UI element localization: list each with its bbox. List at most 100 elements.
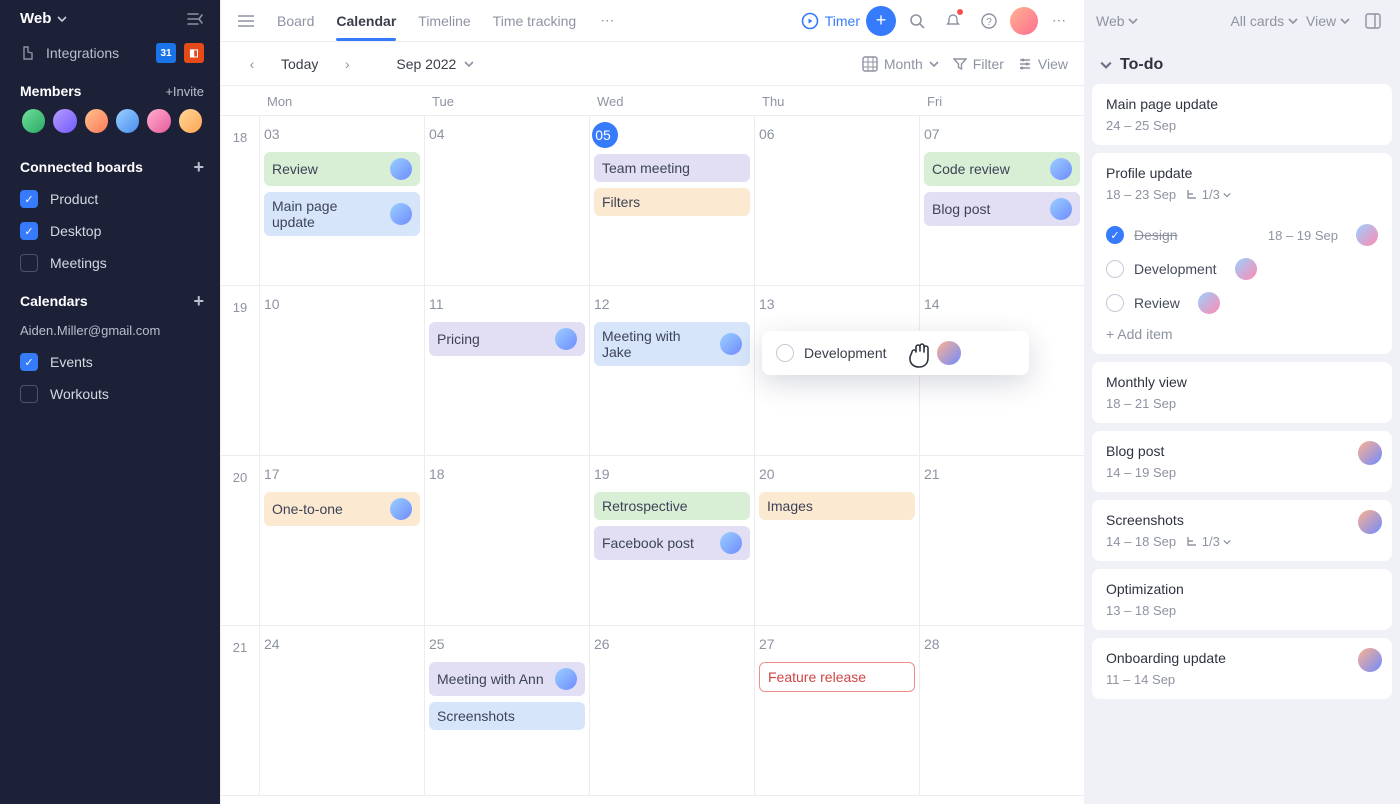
checkbox-icon[interactable] [20,385,38,403]
view-options-button[interactable]: View [1018,56,1068,72]
calendar-cell[interactable]: 25Meeting with AnnScreenshots [424,626,589,795]
calendar-event[interactable]: Review [264,152,420,186]
cards-filter[interactable]: All cards [1230,13,1298,29]
calendar-cell[interactable]: 21 [919,456,1084,625]
notifications-icon[interactable] [938,6,968,36]
calendar-cell[interactable]: 03ReviewMain page update [259,116,424,285]
event-title: Main page update [272,198,384,230]
range-picker[interactable]: Month [862,56,939,72]
add-calendar-button[interactable]: + [193,294,204,308]
calendar-cell[interactable]: 06 [754,116,919,285]
sidebar-board-item[interactable]: Desktop [0,215,220,247]
tab-timeline[interactable]: Timeline [418,3,470,39]
calendar-cell[interactable]: 18 [424,456,589,625]
prev-month-icon[interactable]: ‹ [237,49,267,79]
calendar-cell[interactable]: 05Team meetingFilters [589,116,754,285]
todo-card[interactable]: Optimization13 – 18 Sep [1092,569,1392,630]
todo-card[interactable]: Profile update18 – 23 Sep 1/3 Design18 –… [1092,153,1392,354]
calendar-event[interactable]: Meeting with Jake [594,322,750,366]
calendar-event[interactable]: Filters [594,188,750,216]
checkbox-icon[interactable] [20,254,38,272]
timer-button[interactable]: Timer [801,12,860,30]
tab-board[interactable]: Board [277,3,314,39]
collapse-panel-icon[interactable] [1358,6,1388,36]
add-board-button[interactable]: + [193,160,204,174]
avatar[interactable] [145,107,172,135]
checkbox-icon[interactable] [20,222,38,240]
avatar[interactable] [51,107,78,135]
calendar-event[interactable]: Feature release [759,662,915,692]
sidebar-calendar-item[interactable]: Workouts [0,378,220,410]
calendar-cell[interactable]: 28 [919,626,1084,795]
integrations-label[interactable]: Integrations [46,45,119,61]
calendar-cell[interactable]: 12Meeting with Jake [589,286,754,455]
workspace-switcher[interactable]: Web [20,10,67,27]
calendar-event[interactable]: Retrospective [594,492,750,520]
calendar-event[interactable]: Images [759,492,915,520]
calendar-event[interactable]: Team meeting [594,154,750,182]
panel-workspace-picker[interactable]: Web [1096,13,1138,29]
subtask-row[interactable]: Review [1106,286,1378,320]
tab-calendar[interactable]: Calendar [336,3,396,39]
check-circle-icon[interactable] [1106,226,1124,244]
calendar-cell[interactable]: 04 [424,116,589,285]
search-icon[interactable] [902,6,932,36]
avatar[interactable] [114,107,141,135]
todo-card[interactable]: Main page update24 – 25 Sep [1092,84,1392,145]
sidebar-board-item[interactable]: Product [0,183,220,215]
subtask-icon [1186,535,1198,547]
tab-time-tracking[interactable]: Time tracking [493,3,577,39]
next-month-icon[interactable]: › [332,49,362,79]
help-icon[interactable]: ? [974,6,1004,36]
checkbox-icon[interactable] [20,190,38,208]
calendar-cell[interactable]: 27Feature release [754,626,919,795]
todo-card[interactable]: Screenshots14 – 18 Sep 1/3 [1092,500,1392,561]
calendar-event[interactable]: Code review [924,152,1080,186]
calendar-event[interactable]: Facebook post [594,526,750,560]
todo-card[interactable]: Blog post14 – 19 Sep [1092,431,1392,492]
calendar-event[interactable]: Pricing [429,322,585,356]
user-avatar[interactable] [1010,7,1038,35]
avatar[interactable] [177,107,204,135]
calendar-cell[interactable]: 11Pricing [424,286,589,455]
subtask-row[interactable]: Design18 – 19 Sep [1106,218,1378,252]
calendar-event[interactable]: Main page update [264,192,420,236]
calendar-cell[interactable]: 10 [259,286,424,455]
calendar-event[interactable]: Blog post [924,192,1080,226]
google-calendar-icon[interactable]: 31 [156,43,176,63]
dragging-card[interactable]: Development [762,331,1029,375]
calendar-cell[interactable]: 07Code reviewBlog post [919,116,1084,285]
add-button[interactable]: + [866,6,896,36]
office-icon[interactable]: ◧ [184,43,204,63]
calendar-event[interactable]: Meeting with Ann [429,662,585,696]
check-circle-icon[interactable] [1106,260,1124,278]
calendar-event[interactable]: Screenshots [429,702,585,730]
avatar [390,203,412,225]
sidebar-calendar-item[interactable]: Events [0,346,220,378]
panel-view-button[interactable]: View [1306,13,1350,29]
avatar[interactable] [20,107,47,135]
more-icon[interactable]: ⋯ [592,6,622,36]
calendar-cell[interactable]: 20Images [754,456,919,625]
checkbox-icon[interactable] [20,353,38,371]
invite-link[interactable]: +Invite [165,84,204,99]
sidebar-board-item[interactable]: Meetings [0,247,220,279]
avatar[interactable] [83,107,110,135]
calendar-cell[interactable]: 26 [589,626,754,795]
todo-card[interactable]: Onboarding update11 – 14 Sep [1092,638,1392,699]
calendar-cell[interactable]: 17One-to-one [259,456,424,625]
menu-icon[interactable] [231,6,261,36]
month-picker[interactable]: Sep 2022 [396,56,474,72]
chevron-down-icon[interactable] [1100,59,1112,71]
more-menu-icon[interactable]: ⋯ [1044,6,1074,36]
today-button[interactable]: Today [281,56,318,72]
calendar-cell[interactable]: 24 [259,626,424,795]
calendar-event[interactable]: One-to-one [264,492,420,526]
check-circle-icon[interactable] [1106,294,1124,312]
subtask-row[interactable]: Development [1106,252,1378,286]
add-subtask-button[interactable]: + Add item [1106,320,1378,342]
filter-button[interactable]: Filter [953,56,1004,72]
todo-card[interactable]: Monthly view18 – 21 Sep [1092,362,1392,423]
collapse-sidebar-icon[interactable] [186,12,204,26]
calendar-cell[interactable]: 19RetrospectiveFacebook post [589,456,754,625]
